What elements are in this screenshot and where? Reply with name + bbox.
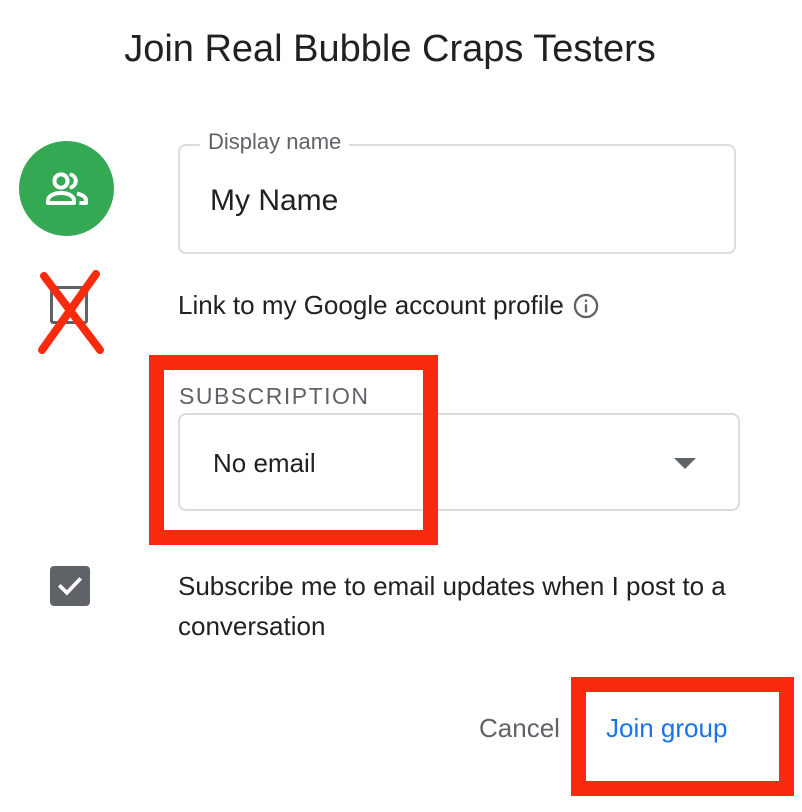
display-name-field[interactable]: Display name My Name [178, 129, 736, 254]
display-name-label: Display name [200, 129, 350, 155]
dialog-title: Join Real Bubble Craps Testers [124, 28, 656, 70]
join-group-button[interactable]: Join group [604, 713, 728, 744]
link-profile-label: Link to my Google account profile [178, 290, 564, 320]
subscription-section-label: SUBSCRIPTION [179, 383, 370, 409]
checkmark-icon [57, 577, 83, 596]
group-avatar [19, 141, 114, 236]
subscription-selected-value: No email [213, 448, 316, 478]
subscribe-updates-checkbox[interactable] [50, 566, 90, 606]
subscription-select[interactable]: No email [178, 413, 740, 511]
info-icon[interactable] [572, 292, 600, 320]
subscribe-updates-label: Subscribe me to email updates when I pos… [178, 571, 726, 641]
link-profile-row: Link to my Google account profile [178, 290, 600, 321]
group-icon [45, 171, 88, 205]
dropdown-arrow-icon [674, 458, 696, 469]
cancel-button[interactable]: Cancel [479, 713, 560, 744]
red-x-annotation-icon [38, 270, 104, 354]
display-name-input[interactable]: My Name [210, 184, 338, 218]
